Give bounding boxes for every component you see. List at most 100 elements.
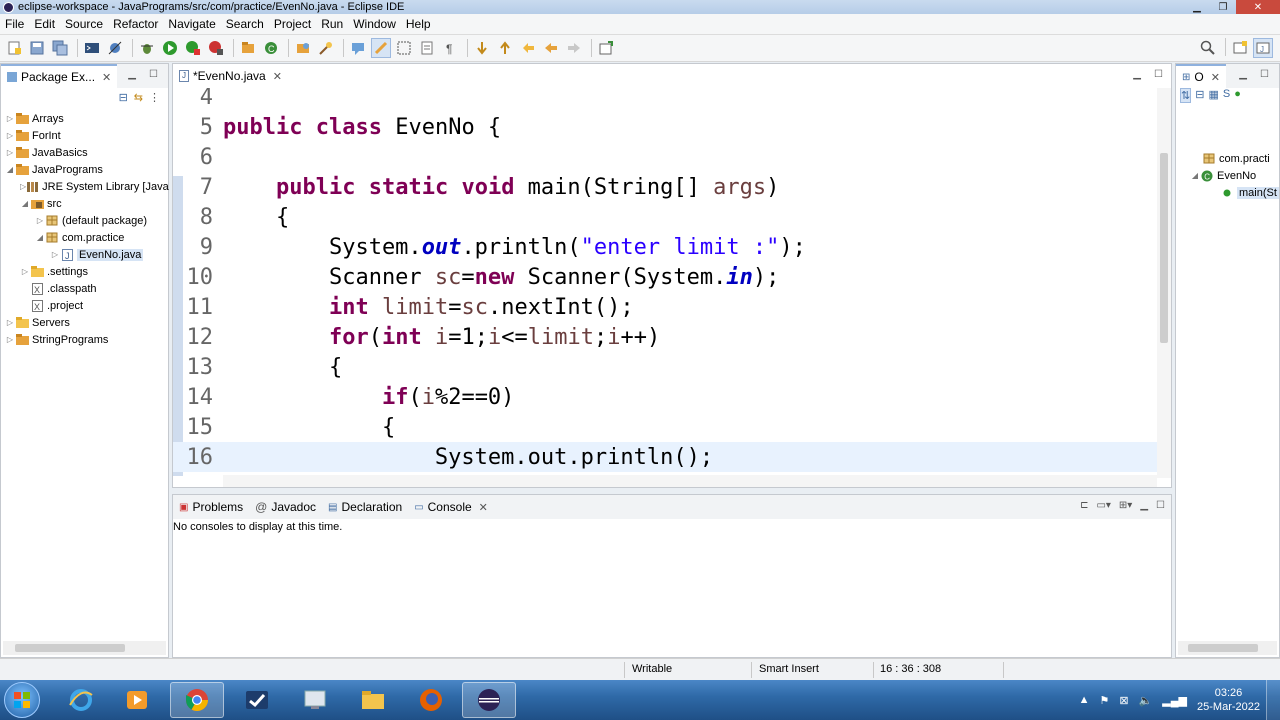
tab-declaration[interactable]: ▤ Declaration	[322, 495, 408, 519]
outline-item-com-practi[interactable]: com.practi	[1176, 150, 1279, 167]
skip-breakpoints-icon[interactable]	[105, 38, 125, 58]
maximize-view-icon[interactable]: ☐	[1260, 69, 1269, 80]
signal-icon[interactable]: ▂▄▆	[1162, 694, 1187, 707]
collapsed-arrow-icon[interactable]: ▷	[20, 267, 30, 276]
expanded-arrow-icon[interactable]: ◢	[1190, 171, 1200, 180]
sort-icon[interactable]: ⇅	[1180, 88, 1192, 103]
tab-outline[interactable]: ⊞ O ✕	[1176, 64, 1226, 88]
code-line[interactable]: 7 public static void main(String[] args)	[173, 172, 1158, 202]
horizontal-scrollbar[interactable]	[1178, 641, 1277, 655]
collapsed-arrow-icon[interactable]: ▷	[5, 318, 15, 327]
pin-editor-icon[interactable]	[596, 38, 616, 58]
menu-project[interactable]: Project	[269, 17, 316, 31]
minimize-view-icon[interactable]: ▁	[1133, 69, 1141, 80]
java-perspective-icon[interactable]: J	[1253, 38, 1273, 58]
collapsed-arrow-icon[interactable]: ▷	[5, 335, 15, 344]
volume-icon[interactable]: 🔈	[1139, 694, 1153, 707]
hide-static-icon[interactable]: S	[1223, 88, 1230, 103]
close-icon[interactable]: ✕	[102, 71, 111, 84]
code-line[interactable]: 15 {	[173, 412, 1158, 442]
terminal-icon[interactable]	[82, 38, 102, 58]
new-icon[interactable]	[4, 38, 24, 58]
toggle-annotation-icon[interactable]	[348, 38, 368, 58]
back-icon[interactable]	[541, 38, 561, 58]
debug-icon[interactable]	[137, 38, 157, 58]
outline-item-main-st[interactable]: main(St	[1176, 184, 1279, 201]
code-line[interactable]: 16 System.out.println();	[173, 442, 1158, 472]
collapse-all-icon[interactable]: ⊟	[119, 91, 128, 104]
code-line[interactable]: 13 {	[173, 352, 1158, 382]
tree-item-javabasics[interactable]: ▷ JavaBasics	[1, 144, 168, 161]
menu-navigate[interactable]: Navigate	[163, 17, 220, 31]
code-editor[interactable]: 4 5 public class EvenNo {6 7 public static …	[173, 88, 1158, 478]
close-icon[interactable]: ✕	[1211, 71, 1220, 84]
start-button[interactable]	[4, 682, 40, 718]
show-hidden-icons-icon[interactable]: ▲	[1079, 694, 1090, 706]
clock[interactable]: 03:26 25-Mar-2022	[1197, 686, 1260, 714]
open-console-icon[interactable]: ⊞▾	[1119, 500, 1132, 511]
new-java-project-icon[interactable]	[238, 38, 258, 58]
code-line[interactable]: 5 public class EvenNo {	[173, 112, 1158, 142]
menu-window[interactable]: Window	[348, 17, 401, 31]
tab-javadoc[interactable]: @ Javadoc	[249, 495, 322, 519]
tree-item-javaprograms[interactable]: ◢ JavaPrograms	[1, 161, 168, 178]
tree-item-jre-system-library-java[interactable]: ▷ JRE System Library [Java	[1, 178, 169, 195]
toggle-mark-occurrences-icon[interactable]	[371, 38, 391, 58]
tree-item-settings[interactable]: ▷ .settings	[1, 263, 168, 280]
expanded-arrow-icon[interactable]: ◢	[35, 233, 45, 242]
pin-console-icon[interactable]: ⊏	[1080, 500, 1088, 511]
minimize-button[interactable]: ▁	[1184, 0, 1210, 14]
new-class-icon[interactable]: C	[261, 38, 281, 58]
code-line[interactable]: 10 Scanner sc=new Scanner(System.in);	[173, 262, 1158, 292]
external-tools-icon[interactable]	[206, 38, 226, 58]
taskbar-screen-recorder[interactable]	[288, 682, 342, 718]
save-all-icon[interactable]	[50, 38, 70, 58]
next-annotation-icon[interactable]	[472, 38, 492, 58]
taskbar-internet-explorer[interactable]	[54, 682, 108, 718]
taskbar-firefox[interactable]	[404, 682, 458, 718]
tree-item-classpath[interactable]: X .classpath	[1, 280, 168, 297]
tree-item-evenno-java[interactable]: ▷ J EvenNo.java	[1, 246, 168, 263]
maximize-button[interactable]: ❐	[1210, 0, 1236, 14]
hide-nonpublic-icon[interactable]: ●	[1234, 88, 1241, 103]
minimize-view-icon[interactable]: ▁	[1140, 500, 1148, 511]
link-with-editor-icon[interactable]: ⇆	[134, 91, 143, 104]
last-edit-location-icon[interactable]	[518, 38, 538, 58]
tree-item-com-practice[interactable]: ◢ com.practice	[1, 229, 168, 246]
taskbar-app-check[interactable]	[230, 682, 284, 718]
flag-icon[interactable]: ⚑	[1100, 694, 1110, 707]
expanded-arrow-icon[interactable]: ◢	[20, 199, 30, 208]
open-perspective-icon[interactable]	[1230, 38, 1250, 58]
tree-item-forint[interactable]: ▷ ForInt	[1, 127, 168, 144]
tree-item-project[interactable]: X .project	[1, 297, 168, 314]
tab-package-explorer[interactable]: Package Ex... ✕	[1, 64, 118, 88]
close-icon[interactable]: ✕	[273, 70, 282, 83]
expanded-arrow-icon[interactable]: ◢	[5, 165, 15, 174]
code-line[interactable]: 12 for(int i=1;i<=limit;i++)	[173, 322, 1158, 352]
coverage-icon[interactable]	[183, 38, 203, 58]
network-icon[interactable]: ⊠	[1119, 694, 1128, 707]
close-button[interactable]: ✕	[1236, 0, 1280, 14]
tab-problems[interactable]: ▣ Problems	[173, 495, 249, 519]
minimize-view-icon[interactable]: ▁	[1239, 69, 1247, 80]
show-whitespace-icon[interactable]	[417, 38, 437, 58]
menu-search[interactable]: Search	[221, 17, 269, 31]
tree-item-src[interactable]: ◢ src	[1, 195, 168, 212]
horizontal-scrollbar[interactable]	[3, 641, 166, 655]
tab-console[interactable]: ▭ Console ✕	[408, 495, 494, 519]
tree-item-servers[interactable]: ▷ Servers	[1, 314, 168, 331]
code-line[interactable]: 6	[173, 142, 1158, 172]
forward-icon[interactable]	[564, 38, 584, 58]
display-console-icon[interactable]: ▭▾	[1096, 500, 1110, 511]
menu-source[interactable]: Source	[60, 17, 108, 31]
tree-item-stringprograms[interactable]: ▷ StringPrograms	[1, 331, 168, 348]
maximize-view-icon[interactable]: ☐	[1154, 69, 1163, 80]
taskbar-media-player[interactable]	[110, 682, 164, 718]
code-line[interactable]: 11 int limit=sc.nextInt();	[173, 292, 1158, 322]
menu-edit[interactable]: Edit	[29, 17, 60, 31]
vertical-scrollbar[interactable]	[1157, 88, 1171, 478]
menu-refactor[interactable]: Refactor	[108, 17, 163, 31]
show-desktop-button[interactable]	[1266, 680, 1280, 720]
taskbar-eclipse[interactable]	[462, 682, 516, 718]
previous-annotation-icon[interactable]	[495, 38, 515, 58]
